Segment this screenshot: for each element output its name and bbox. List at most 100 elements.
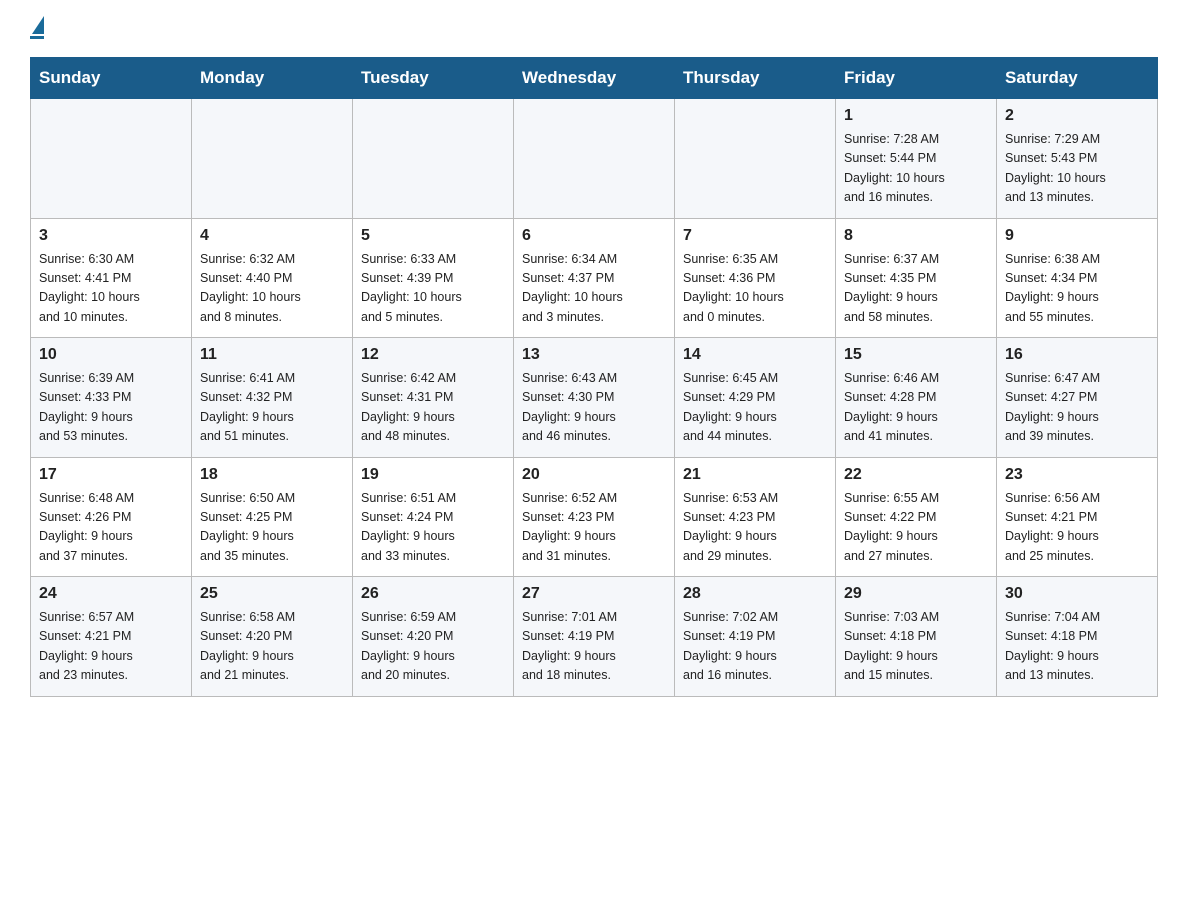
day-info: Sunrise: 6:45 AM Sunset: 4:29 PM Dayligh… [683,369,827,447]
calendar-cell: 15 Sunrise: 6:46 AM Sunset: 4:28 PM Dayli… [836,338,997,458]
calendar-cell [675,99,836,219]
calendar-week-row: 10 Sunrise: 6:39 AM Sunset: 4:33 PM Dayli… [31,338,1158,458]
calendar-cell: 12 Sunrise: 6:42 AM Sunset: 4:31 PM Dayli… [353,338,514,458]
calendar-cell: 19 Sunrise: 6:51 AM Sunset: 4:24 PM Dayli… [353,457,514,577]
weekday-header-monday: Monday [192,58,353,99]
day-info: Sunrise: 6:50 AM Sunset: 4:25 PM Dayligh… [200,489,344,567]
day-number: 3 [39,227,183,245]
day-info: Sunrise: 6:37 AM Sunset: 4:35 PM Dayligh… [844,250,988,328]
day-info: Sunrise: 6:39 AM Sunset: 4:33 PM Dayligh… [39,369,183,447]
day-info: Sunrise: 6:58 AM Sunset: 4:20 PM Dayligh… [200,608,344,686]
day-info: Sunrise: 6:47 AM Sunset: 4:27 PM Dayligh… [1005,369,1149,447]
day-number: 10 [39,346,183,364]
day-number: 2 [1005,107,1149,125]
day-info: Sunrise: 7:03 AM Sunset: 4:18 PM Dayligh… [844,608,988,686]
day-number: 5 [361,227,505,245]
day-info: Sunrise: 6:34 AM Sunset: 4:37 PM Dayligh… [522,250,666,328]
calendar-week-row: 3 Sunrise: 6:30 AM Sunset: 4:41 PM Daylig… [31,218,1158,338]
day-number: 14 [683,346,827,364]
day-info: Sunrise: 6:43 AM Sunset: 4:30 PM Dayligh… [522,369,666,447]
calendar-cell: 24Sunrise: 6:57 AM Sunset: 4:21 PM Dayli… [31,577,192,697]
calendar-cell: 13Sunrise: 6:43 AM Sunset: 4:30 PM Dayli… [514,338,675,458]
day-info: Sunrise: 6:51 AM Sunset: 4:24 PM Dayligh… [361,489,505,567]
calendar-cell [514,99,675,219]
day-number: 20 [522,466,666,484]
day-info: Sunrise: 7:29 AM Sunset: 5:43 PM Dayligh… [1005,130,1149,208]
day-number: 7 [683,227,827,245]
weekday-header-wednesday: Wednesday [514,58,675,99]
calendar-cell [192,99,353,219]
day-number: 19 [361,466,505,484]
weekday-header-thursday: Thursday [675,58,836,99]
day-number: 8 [844,227,988,245]
day-number: 30 [1005,585,1149,603]
calendar-cell: 26Sunrise: 6:59 AM Sunset: 4:20 PM Dayli… [353,577,514,697]
day-info: Sunrise: 6:30 AM Sunset: 4:41 PM Dayligh… [39,250,183,328]
day-number: 6 [522,227,666,245]
day-number: 9 [1005,227,1149,245]
calendar-cell: 4Sunrise: 6:32 AM Sunset: 4:40 PM Daylig… [192,218,353,338]
day-number: 4 [200,227,344,245]
calendar-week-row: 1 Sunrise: 7:28 AM Sunset: 5:44 PM Daylig… [31,99,1158,219]
calendar-header: SundayMondayTuesdayWednesdayThursdayFrid… [31,58,1158,99]
logo-arrow-icon [32,16,44,34]
weekday-header-row: SundayMondayTuesdayWednesdayThursdayFrid… [31,58,1158,99]
calendar-week-row: 24Sunrise: 6:57 AM Sunset: 4:21 PM Dayli… [31,577,1158,697]
day-number: 1 [844,107,988,125]
calendar-cell: 29 Sunrise: 7:03 AM Sunset: 4:18 PM Dayli… [836,577,997,697]
day-number: 27 [522,585,666,603]
calendar-cell: 20 Sunrise: 6:52 AM Sunset: 4:23 PM Dayli… [514,457,675,577]
calendar-cell: 9 Sunrise: 6:38 AM Sunset: 4:34 PM Daylig… [997,218,1158,338]
calendar-cell: 17 Sunrise: 6:48 AM Sunset: 4:26 PM Dayli… [31,457,192,577]
calendar-cell: 11Sunrise: 6:41 AM Sunset: 4:32 PM Dayli… [192,338,353,458]
page-header [30,20,1158,39]
day-number: 16 [1005,346,1149,364]
day-info: Sunrise: 6:56 AM Sunset: 4:21 PM Dayligh… [1005,489,1149,567]
day-number: 18 [200,466,344,484]
calendar-table: SundayMondayTuesdayWednesdayThursdayFrid… [30,57,1158,697]
calendar-cell [353,99,514,219]
weekday-header-friday: Friday [836,58,997,99]
day-number: 28 [683,585,827,603]
calendar-cell: 18 Sunrise: 6:50 AM Sunset: 4:25 PM Dayli… [192,457,353,577]
day-info: Sunrise: 6:53 AM Sunset: 4:23 PM Dayligh… [683,489,827,567]
weekday-header-tuesday: Tuesday [353,58,514,99]
day-number: 17 [39,466,183,484]
calendar-cell: 1 Sunrise: 7:28 AM Sunset: 5:44 PM Daylig… [836,99,997,219]
day-info: Sunrise: 6:48 AM Sunset: 4:26 PM Dayligh… [39,489,183,567]
day-info: Sunrise: 6:38 AM Sunset: 4:34 PM Dayligh… [1005,250,1149,328]
day-info: Sunrise: 6:42 AM Sunset: 4:31 PM Dayligh… [361,369,505,447]
calendar-cell [31,99,192,219]
day-info: Sunrise: 6:52 AM Sunset: 4:23 PM Dayligh… [522,489,666,567]
day-number: 15 [844,346,988,364]
calendar-cell: 7Sunrise: 6:35 AM Sunset: 4:36 PM Daylig… [675,218,836,338]
weekday-header-saturday: Saturday [997,58,1158,99]
calendar-cell: 3 Sunrise: 6:30 AM Sunset: 4:41 PM Daylig… [31,218,192,338]
day-info: Sunrise: 6:33 AM Sunset: 4:39 PM Dayligh… [361,250,505,328]
day-info: Sunrise: 7:04 AM Sunset: 4:18 PM Dayligh… [1005,608,1149,686]
day-number: 22 [844,466,988,484]
calendar-cell: 22 Sunrise: 6:55 AM Sunset: 4:22 PM Dayli… [836,457,997,577]
calendar-cell: 6 Sunrise: 6:34 AM Sunset: 4:37 PM Daylig… [514,218,675,338]
day-number: 21 [683,466,827,484]
calendar-cell: 23 Sunrise: 6:56 AM Sunset: 4:21 PM Dayli… [997,457,1158,577]
day-number: 23 [1005,466,1149,484]
logo [30,20,44,39]
calendar-cell: 8 Sunrise: 6:37 AM Sunset: 4:35 PM Daylig… [836,218,997,338]
day-number: 12 [361,346,505,364]
day-info: Sunrise: 6:46 AM Sunset: 4:28 PM Dayligh… [844,369,988,447]
day-info: Sunrise: 6:55 AM Sunset: 4:22 PM Dayligh… [844,489,988,567]
weekday-header-sunday: Sunday [31,58,192,99]
day-info: Sunrise: 7:01 AM Sunset: 4:19 PM Dayligh… [522,608,666,686]
calendar-body: 1 Sunrise: 7:28 AM Sunset: 5:44 PM Daylig… [31,99,1158,697]
calendar-cell: 25Sunrise: 6:58 AM Sunset: 4:20 PM Dayli… [192,577,353,697]
calendar-cell: 5 Sunrise: 6:33 AM Sunset: 4:39 PM Daylig… [353,218,514,338]
day-number: 29 [844,585,988,603]
calendar-cell: 2 Sunrise: 7:29 AM Sunset: 5:43 PM Daylig… [997,99,1158,219]
calendar-cell: 10 Sunrise: 6:39 AM Sunset: 4:33 PM Dayli… [31,338,192,458]
calendar-cell: 16 Sunrise: 6:47 AM Sunset: 4:27 PM Dayli… [997,338,1158,458]
calendar-cell: 21 Sunrise: 6:53 AM Sunset: 4:23 PM Dayli… [675,457,836,577]
calendar-cell: 30 Sunrise: 7:04 AM Sunset: 4:18 PM Dayli… [997,577,1158,697]
day-info: Sunrise: 6:59 AM Sunset: 4:20 PM Dayligh… [361,608,505,686]
day-info: Sunrise: 7:28 AM Sunset: 5:44 PM Dayligh… [844,130,988,208]
